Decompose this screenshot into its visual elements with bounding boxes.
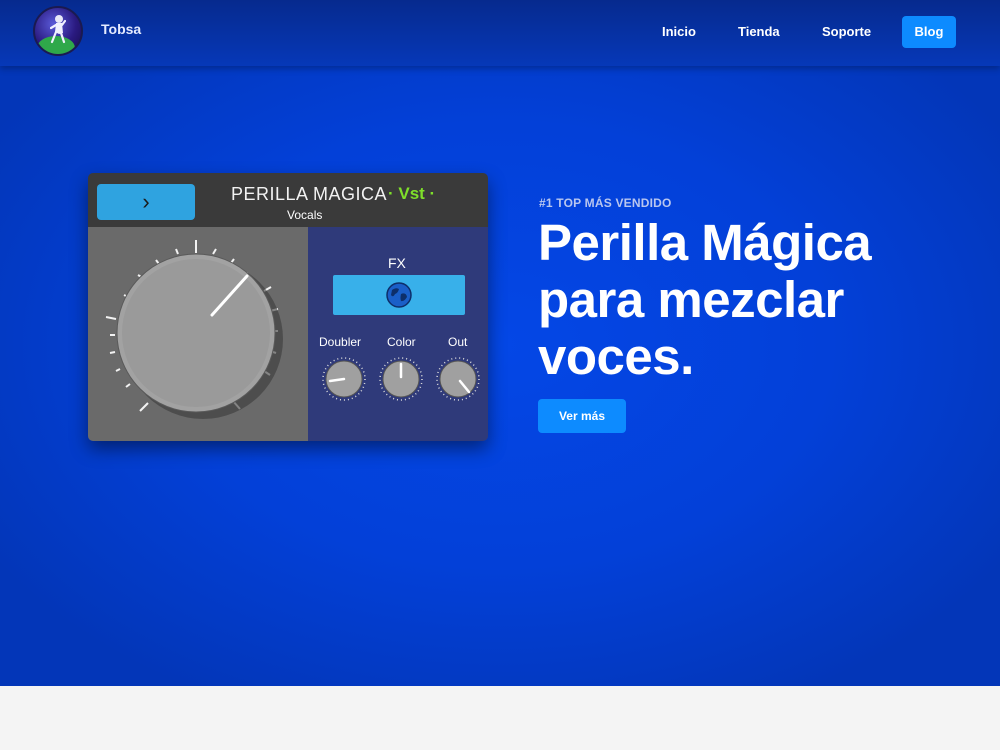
fx-button: [333, 275, 465, 315]
plugin-title: PERILLA MAGICA: [231, 184, 388, 204]
nav-link-inicio[interactable]: Inicio: [662, 24, 696, 39]
plugin-header: › PERILLA MAGICA · Vst · Vocals: [88, 173, 488, 227]
main-knob: [105, 240, 283, 419]
chevron-right-icon: ›: [142, 189, 150, 214]
astronaut-logo-icon[interactable]: [33, 6, 83, 56]
brand-name[interactable]: Tobsa: [101, 21, 141, 37]
fx-label: FX: [388, 255, 406, 271]
fx-panel: FX Doubler Color Out: [308, 227, 488, 441]
out-label: Out: [448, 335, 468, 349]
ver-mas-button[interactable]: Ver más: [538, 399, 626, 433]
out-knob: [436, 357, 480, 401]
plugin-screenshot: › PERILLA MAGICA · Vst · Vocals FX Doubl…: [88, 173, 488, 441]
next-preset-button: ›: [97, 184, 195, 220]
doubler-knob: [322, 357, 366, 401]
preset-name: Vocals: [287, 208, 323, 222]
globe-icon: [386, 282, 412, 308]
color-knob: [379, 357, 423, 401]
blog-button[interactable]: Blog: [902, 16, 956, 48]
page-footer-band: [0, 686, 1000, 750]
main-knob-panel: [88, 227, 308, 441]
hero-eyebrow: #1 TOP MÁS VENDIDO: [539, 196, 672, 210]
doubler-label: Doubler: [319, 335, 362, 349]
hero-headline: Perilla Mágica para mezclar voces.: [538, 214, 872, 385]
top-navbar: Tobsa Inicio Tienda Soporte Blog: [0, 0, 1000, 66]
color-label: Color: [387, 335, 416, 349]
nav-link-tienda[interactable]: Tienda: [738, 24, 780, 39]
nav-link-soporte[interactable]: Soporte: [822, 24, 871, 39]
plugin-format-label: · Vst ·: [388, 184, 436, 203]
